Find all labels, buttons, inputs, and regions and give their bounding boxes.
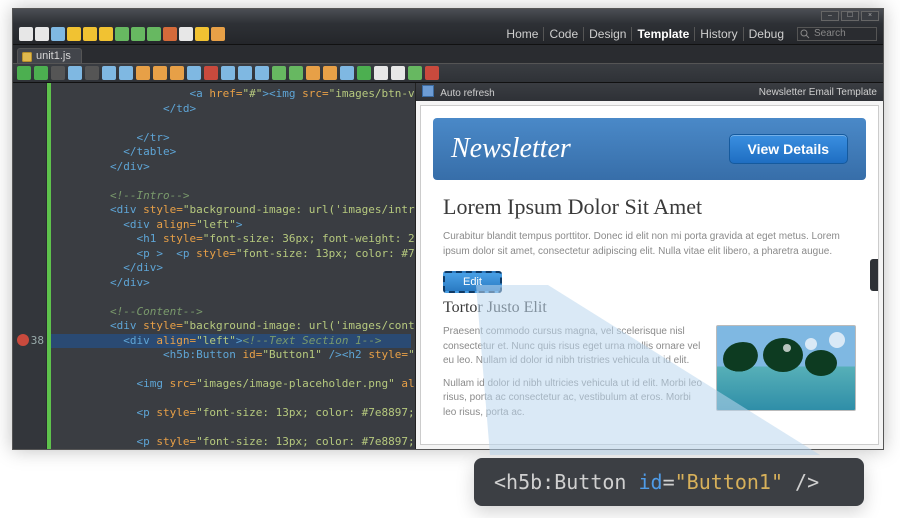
- edit-button[interactable]: Edit: [443, 271, 502, 293]
- main-toolbar-icon-12[interactable]: [211, 27, 225, 41]
- tooltip-eq: =: [663, 470, 675, 494]
- article-columns: Praesent commodo cursus magna, vel scele…: [443, 325, 856, 420]
- main-toolbar-icon-0[interactable]: [19, 27, 33, 41]
- editor-toolbar-icon-22[interactable]: [391, 66, 405, 80]
- main-toolbar-icon-5[interactable]: [99, 27, 113, 41]
- editor-toolbar-icon-24[interactable]: [425, 66, 439, 80]
- editor-toolbar-icon-1[interactable]: [34, 66, 48, 80]
- editor-toolbar-icon-11[interactable]: [204, 66, 218, 80]
- app-window: – ☐ × HomeCodeDesignTemplateHistoryDebug…: [12, 8, 884, 450]
- main-toolbar-icon-9[interactable]: [163, 27, 177, 41]
- file-tab-unit1[interactable]: unit1.js: [17, 48, 82, 63]
- preview-title: Newsletter Email Template: [759, 87, 877, 98]
- window-maximize-button[interactable]: ☐: [841, 11, 859, 21]
- editor-toolbar-icon-9[interactable]: [170, 66, 184, 80]
- mode-tab-home[interactable]: Home: [501, 27, 543, 41]
- code-gutter: [13, 83, 47, 449]
- main-toolbar-icon-4[interactable]: [83, 27, 97, 41]
- main-toolbar-icon-2[interactable]: [51, 27, 65, 41]
- editor-toolbar-icon-0[interactable]: [17, 66, 31, 80]
- document-tab-strip: unit1.js: [13, 45, 883, 63]
- main-toolbar-icon-10[interactable]: [179, 27, 193, 41]
- main-toolbar-icon-8[interactable]: [147, 27, 161, 41]
- code-content[interactable]: <a href="#"><img src="images/btn-view-de…: [57, 87, 415, 449]
- editor-toolbar-icon-21[interactable]: [374, 66, 388, 80]
- tooltip-id-val: "Button1": [675, 470, 783, 494]
- editor-toolbar-icon-17[interactable]: [306, 66, 320, 80]
- split-panels: 38 <a href="#"><img src="images/btn-view…: [13, 83, 883, 449]
- editor-toolbar-icon-20[interactable]: [357, 66, 371, 80]
- tooltip-id-key: id: [639, 470, 663, 494]
- main-toolbar-icon-6[interactable]: [115, 27, 129, 41]
- main-toolbar-icon-7[interactable]: [131, 27, 145, 41]
- window-minimize-button[interactable]: –: [821, 11, 839, 21]
- preview-collapse-handle[interactable]: [870, 259, 878, 291]
- editor-toolbar-icon-18[interactable]: [323, 66, 337, 80]
- editor-toolbar-icon-8[interactable]: [153, 66, 167, 80]
- article-h2: Tortor Justo Elit: [443, 299, 856, 317]
- editor-toolbar: [13, 63, 883, 83]
- main-toolbar-icon-3[interactable]: [67, 27, 81, 41]
- search-field[interactable]: Search: [797, 27, 877, 41]
- code-editor[interactable]: 38 <a href="#"><img src="images/btn-view…: [13, 83, 415, 449]
- editor-toolbar-icon-4[interactable]: [85, 66, 99, 80]
- article-p1: Praesent commodo cursus magna, vel scele…: [443, 325, 704, 369]
- main-toolbar-icon-11[interactable]: [195, 27, 209, 41]
- editor-toolbar-icon-6[interactable]: [119, 66, 133, 80]
- change-marker: [47, 83, 51, 449]
- tooltip-open: <h5b:Button: [494, 470, 639, 494]
- editor-toolbar-icon-19[interactable]: [340, 66, 354, 80]
- preview-page: Newsletter View Details Lorem Ipsum Dolo…: [420, 105, 879, 445]
- mode-tab-history[interactable]: History: [694, 27, 742, 41]
- article-image-placeholder: [716, 325, 856, 411]
- editor-toolbar-icon-16[interactable]: [289, 66, 303, 80]
- article-body: Lorem Ipsum Dolor Sit Amet Curabitur bla…: [421, 180, 878, 420]
- preview-panel: Auto refresh Newsletter Email Template N…: [415, 83, 883, 449]
- mode-tab-debug[interactable]: Debug: [743, 27, 789, 41]
- search-placeholder: Search: [814, 28, 846, 39]
- editor-toolbar-icon-10[interactable]: [187, 66, 201, 80]
- editor-toolbar-icon-2[interactable]: [51, 66, 65, 80]
- article-p2: Nullam id dolor id nibh ultricies vehicu…: [443, 377, 704, 421]
- main-toolbar-left: [19, 27, 225, 41]
- breakpoint-icon[interactable]: [17, 334, 29, 346]
- hero-banner: Newsletter View Details: [433, 118, 866, 180]
- editor-toolbar-icon-14[interactable]: [255, 66, 269, 80]
- main-menubar: HomeCodeDesignTemplateHistoryDebug Searc…: [13, 23, 883, 45]
- mode-tab-design[interactable]: Design: [583, 27, 631, 41]
- main-toolbar-icon-1[interactable]: [35, 27, 49, 41]
- editor-toolbar-icon-5[interactable]: [102, 66, 116, 80]
- tooltip-close: />: [783, 470, 819, 494]
- window-close-button[interactable]: ×: [861, 11, 879, 21]
- file-tab-label: unit1.js: [36, 50, 71, 62]
- preview-toolbar: Auto refresh Newsletter Email Template: [416, 83, 883, 101]
- article-lead: Curabitur blandit tempus porttitor. Done…: [443, 230, 856, 259]
- mode-tab-code[interactable]: Code: [543, 27, 583, 41]
- view-details-button[interactable]: View Details: [729, 134, 848, 164]
- code-callout-tooltip: <h5b:Button id="Button1" />: [474, 458, 864, 506]
- editor-toolbar-icon-7[interactable]: [136, 66, 150, 80]
- hero-logo: Newsletter: [451, 133, 571, 165]
- editor-toolbar-icon-23[interactable]: [408, 66, 422, 80]
- search-icon: [800, 29, 810, 39]
- editor-toolbar-icon-13[interactable]: [238, 66, 252, 80]
- auto-refresh-label: Auto refresh: [440, 88, 494, 99]
- editor-toolbar-icon-15[interactable]: [272, 66, 286, 80]
- article-text-column: Praesent commodo cursus magna, vel scele…: [443, 325, 704, 420]
- titlebar: – ☐ ×: [13, 9, 883, 23]
- editor-toolbar-icon-12[interactable]: [221, 66, 235, 80]
- mode-tab-template[interactable]: Template: [631, 27, 694, 41]
- mode-tab-strip: HomeCodeDesignTemplateHistoryDebug: [501, 27, 789, 41]
- article-h1: Lorem Ipsum Dolor Sit Amet: [443, 194, 856, 220]
- auto-refresh-checkbox[interactable]: Auto refresh: [422, 85, 495, 99]
- editor-toolbar-icon-3[interactable]: [68, 66, 82, 80]
